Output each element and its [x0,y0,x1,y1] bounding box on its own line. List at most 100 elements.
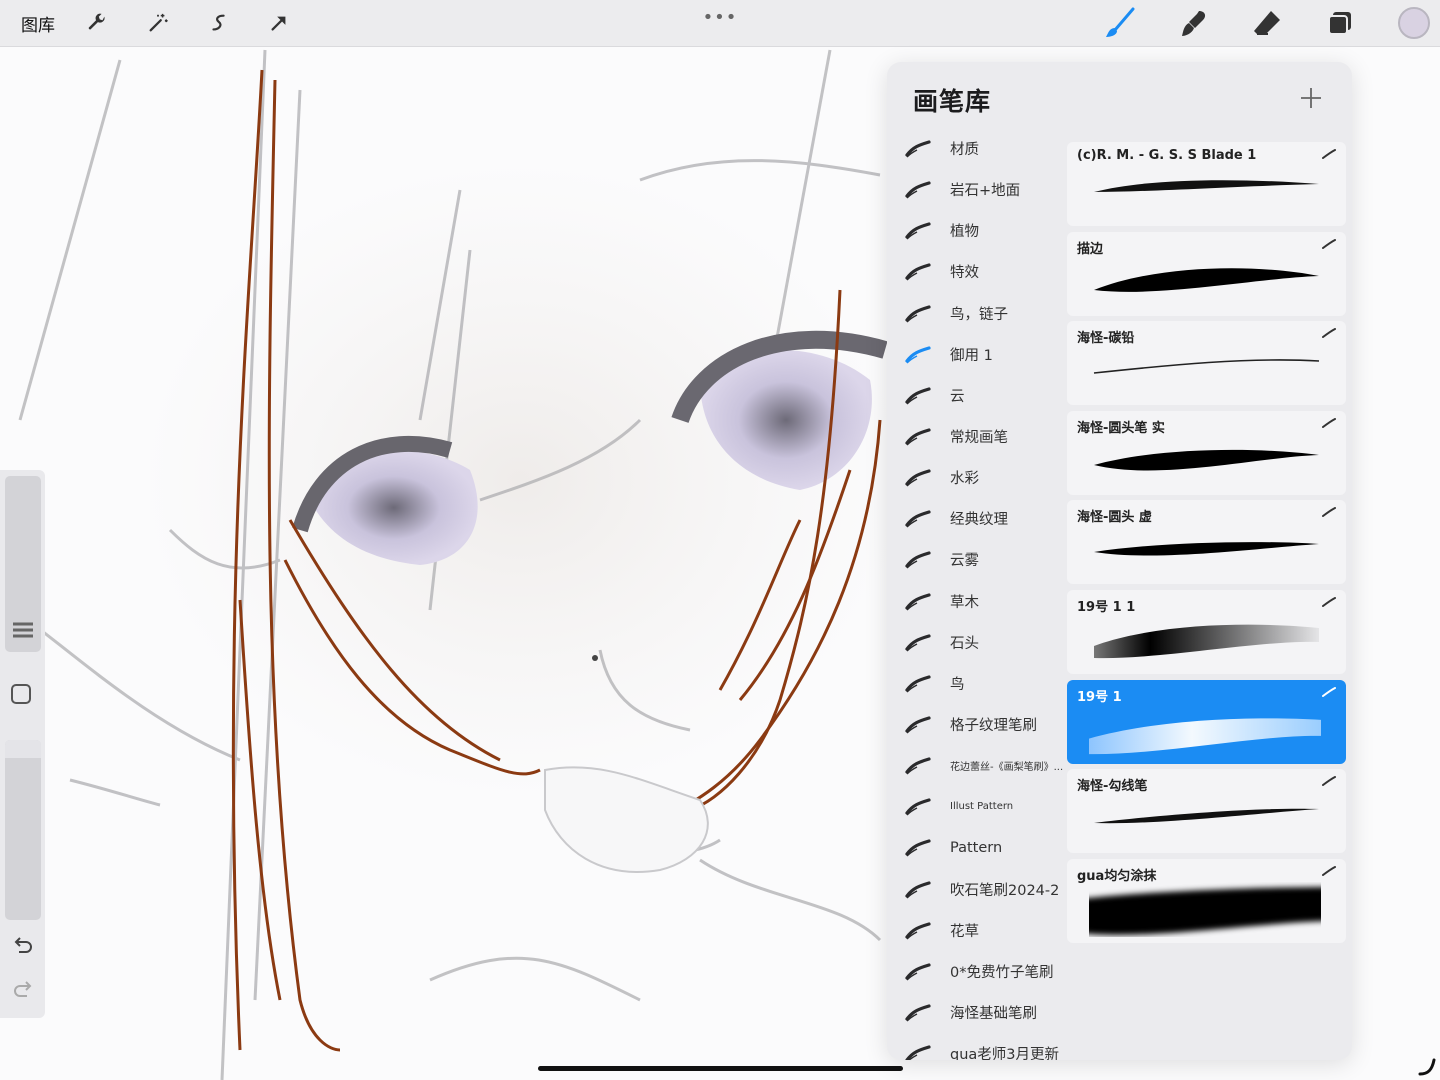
brush-set-item[interactable]: 常规画笔 [887,416,1065,457]
brush-stroke-icon [905,798,931,816]
brush-set-label: 御用 1 [950,347,993,364]
brush-stroke-preview [1094,449,1319,471]
brush-card[interactable]: 19号 1 1 [1067,589,1346,674]
brush-edit-icon[interactable] [1322,686,1336,697]
brush-set-item[interactable]: 海怪基础笔刷 [887,992,1065,1033]
brush-set-item[interactable]: 花草 [887,910,1065,951]
brush-set-item[interactable]: 水彩 [887,457,1065,498]
add-brush-button[interactable] [1297,84,1325,112]
layers-icon[interactable] [1322,0,1358,46]
brush-stroke-preview [1094,180,1319,192]
undo-icon[interactable] [11,934,35,958]
brush-set-label: 水彩 [950,471,979,488]
brush-opacity-slider[interactable] [5,740,41,920]
move-arrow-icon[interactable] [264,0,294,46]
brush-set-item[interactable]: qua老师3月更新 [887,1033,1065,1060]
brush-set-item[interactable]: 草木 [887,581,1065,622]
brush-set-item[interactable]: 特效 [887,251,1065,292]
brush-opacity-handle[interactable] [5,740,41,758]
color-swatch[interactable] [1398,7,1430,39]
brush-set-label: 格子纹理笔刷 [950,718,1037,735]
selection-icon[interactable] [204,0,234,46]
brush-edit-icon[interactable] [1322,596,1336,607]
brush-stroke-icon [905,922,931,940]
pressure-indicator-icon [1418,1058,1436,1076]
brush-size-slider[interactable] [5,476,41,652]
brush-set-item[interactable]: Pattern [887,827,1065,868]
brush-set-label: 0*免费竹子笔刷 [950,964,1054,981]
brush-set-item[interactable]: 云 [887,375,1065,416]
brush-edit-icon[interactable] [1322,865,1336,876]
brush-set-item[interactable]: 植物 [887,210,1065,251]
brush-card[interactable]: (c)R. M. - G. S. S Blade 1 [1067,142,1346,226]
brush-card[interactable]: 描边 [1067,231,1346,316]
brush-stroke-icon [905,510,931,528]
panel-title: 画笔库 [913,87,992,116]
brush-set-label: 吹石笔刷2024-2 [950,882,1060,899]
brush-edit-icon[interactable] [1322,149,1336,159]
brush-set-label: 草木 [950,594,979,611]
brush-set-item[interactable]: 鸟，链子 [887,293,1065,334]
brush-set-label: 海怪基础笔刷 [950,1006,1037,1023]
brush-edit-icon[interactable] [1322,328,1336,339]
brush-stroke-icon [905,304,931,323]
brush-set-list: 材质岩石+地面植物特效鸟，链子御用 1 云常规画笔水彩经典纹理 云雾草木石头鸟格子纹… [887,128,1065,1060]
brush-stroke-preview [1089,717,1321,754]
brush-set-item[interactable]: 御用 1 [887,334,1065,375]
brush-library-panel: 画笔库 材质岩石+地面植物特效鸟，链子御用 1 云常规画笔水彩经典纹理 云雾草木石头… [887,62,1352,1060]
redo-icon[interactable] [11,978,35,1002]
brush-set-item[interactable]: 岩石+地面 [887,169,1065,210]
brush-stroke-icon [905,140,931,158]
brush-card[interactable]: 海怪-勾线笔 [1067,769,1346,854]
brush-set-item[interactable]: 云雾 [887,539,1065,580]
brush-name: (c)R. M. - G. S. S Blade 1 [1077,148,1257,163]
brush-set-label: qua老师3月更新 [950,1047,1060,1060]
brush-stroke-icon [905,839,931,857]
brush-set-label: 鸟 [950,676,965,693]
smudge-icon[interactable] [1176,0,1212,46]
brush-set-label: 特效 [950,265,979,282]
brush-card[interactable]: 海怪-圆头笔 实 [1067,410,1346,495]
brush-set-item[interactable]: 材质 [887,128,1065,169]
brush-set-item[interactable]: 吹石笔刷2024-2 [887,869,1065,910]
brush-edit-icon[interactable] [1322,507,1336,518]
brush-card[interactable]: 海怪-碳铅 [1067,321,1346,406]
brush-stroke-preview [1094,624,1319,659]
eraser-icon[interactable] [1249,0,1285,46]
brush-set-item[interactable]: 石头 [887,622,1065,663]
modify-button[interactable] [11,684,31,704]
brush-set-item[interactable]: 0*免费竹子笔刷 [887,951,1065,992]
brush-stroke-icon [905,346,931,364]
brush-edit-icon[interactable] [1322,417,1336,428]
wrench-icon[interactable] [82,0,112,46]
brush-set-item[interactable]: 格子纹理笔刷 [887,704,1065,745]
more-options-icon[interactable]: ••• [700,0,740,40]
brush-stroke-preview [1089,886,1321,935]
brush-stroke-icon [905,222,931,240]
brush-stroke-icon [905,634,931,652]
brush-edit-icon[interactable] [1322,776,1336,787]
gallery-button[interactable]: 图库 [12,0,64,46]
brush-stroke-preview [1094,542,1319,556]
magic-wand-icon[interactable] [143,0,173,46]
brush-stroke-icon [905,1004,931,1022]
brush-icon[interactable] [1102,0,1138,46]
brush-stroke-icon [905,675,931,693]
brush-set-label: 岩石+地面 [950,183,1021,200]
brush-card[interactable]: 海怪-圆头 虚 [1067,500,1346,585]
brush-size-handle[interactable] [5,616,41,646]
brush-set-item[interactable]: 花边蕾丝-《画梨笔刷》... [887,745,1065,786]
home-indicator [538,1066,903,1071]
brush-set-item[interactable]: Illust Pattern [887,786,1065,827]
brush-stroke-icon [905,469,931,487]
brush-edit-icon[interactable] [1322,238,1336,249]
brush-stroke-preview [1094,808,1319,824]
brush-stroke-icon [905,387,931,405]
brush-set-item[interactable]: 经典纹理 [887,498,1065,539]
brush-card[interactable]: gua均匀涂抹 [1067,858,1346,943]
brush-stroke-icon [905,428,931,446]
brush-set-label: Illust Pattern [950,801,1014,813]
brush-card[interactable]: 19号 1 [1067,679,1346,764]
brush-set-item[interactable]: 鸟 [887,663,1065,704]
brush-stroke-icon [905,1045,931,1060]
